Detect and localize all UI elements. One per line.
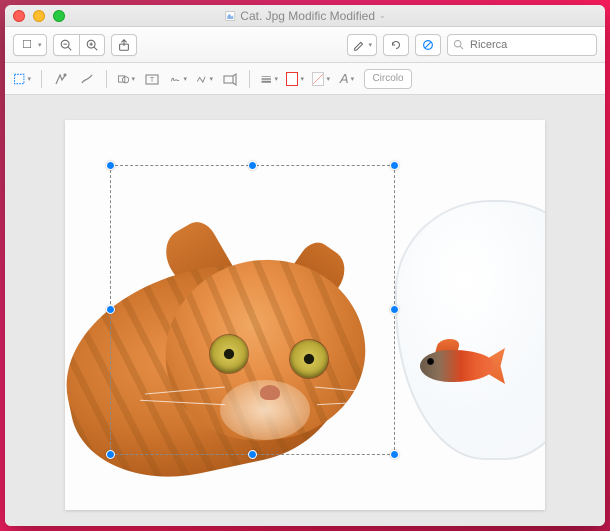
chevron-down-icon: ▾ bbox=[38, 41, 42, 49]
markup-button[interactable] bbox=[415, 34, 441, 56]
markup-toolbar: ▾ ▾ T ▾ ▾ ▾ ▾ ▾ A▾ Circolo bbox=[5, 63, 605, 95]
chevron-down-icon: ▾ bbox=[27, 75, 31, 83]
sketch-button[interactable] bbox=[78, 70, 96, 88]
text-style-button[interactable]: A▾ bbox=[338, 70, 356, 88]
chevron-down-icon: ▾ bbox=[131, 75, 135, 83]
window-title: Cat. Jpg Modific Modified ⌄ bbox=[224, 9, 385, 23]
image-document[interactable] bbox=[65, 120, 545, 510]
text-button[interactable]: T bbox=[143, 70, 161, 88]
highlight-button[interactable]: ▾ bbox=[347, 34, 377, 56]
border-color-button[interactable]: ▾ bbox=[286, 70, 304, 88]
chevron-down-icon: ▾ bbox=[183, 75, 187, 83]
zoom-in-button[interactable] bbox=[79, 34, 105, 56]
close-window-button[interactable] bbox=[13, 10, 25, 22]
chevron-down-icon: ▾ bbox=[209, 75, 213, 83]
cat-illustration bbox=[65, 190, 385, 500]
photo-content bbox=[65, 120, 545, 510]
app-window: Cat. Jpg Modific Modified ⌄ ☐▾ ▾ ▾ ▾ T ▾ bbox=[5, 5, 605, 526]
adjust-color-button[interactable]: ▾ bbox=[195, 70, 213, 88]
document-icon bbox=[224, 10, 236, 22]
search-icon bbox=[452, 38, 465, 51]
zoom-window-button[interactable] bbox=[53, 10, 65, 22]
selection-tool-button[interactable]: ▾ bbox=[13, 70, 31, 88]
fishbowl-illustration bbox=[395, 200, 545, 460]
zoom-group bbox=[53, 34, 105, 56]
main-toolbar: ☐▾ ▾ bbox=[5, 27, 605, 63]
chevron-down-icon: ▾ bbox=[274, 75, 278, 83]
fish-illustration bbox=[395, 345, 500, 387]
zoom-out-button[interactable] bbox=[53, 34, 79, 56]
fill-color-swatch bbox=[312, 72, 324, 86]
chevron-down-icon: ▾ bbox=[326, 75, 330, 83]
fill-color-button[interactable]: ▾ bbox=[312, 70, 330, 88]
chevron-down-icon: ▾ bbox=[300, 75, 304, 83]
traffic-lights bbox=[13, 10, 65, 22]
rotate-button[interactable] bbox=[383, 34, 409, 56]
search-input[interactable] bbox=[447, 34, 597, 56]
border-color-swatch bbox=[286, 72, 298, 86]
shapes-button[interactable]: ▾ bbox=[117, 70, 135, 88]
sign-button[interactable]: ▾ bbox=[169, 70, 187, 88]
chevron-down-icon: ▾ bbox=[351, 75, 355, 83]
line-style-button[interactable]: ▾ bbox=[260, 70, 278, 88]
chevron-down-icon: ▾ bbox=[368, 41, 372, 49]
titlebar: Cat. Jpg Modific Modified ⌄ bbox=[5, 5, 605, 27]
svg-text:T: T bbox=[150, 77, 155, 84]
share-button[interactable] bbox=[111, 34, 137, 56]
view-mode-button[interactable]: ☐▾ bbox=[13, 34, 47, 56]
minimize-window-button[interactable] bbox=[33, 10, 45, 22]
search-field[interactable] bbox=[447, 34, 597, 56]
adjust-size-button[interactable] bbox=[221, 70, 239, 88]
description-field[interactable]: Circolo bbox=[364, 69, 412, 89]
instant-alpha-button[interactable] bbox=[52, 70, 70, 88]
canvas-area[interactable] bbox=[5, 95, 605, 526]
chevron-down-icon: ⌄ bbox=[379, 11, 386, 20]
window-title-text: Cat. Jpg Modific Modified bbox=[240, 9, 375, 23]
